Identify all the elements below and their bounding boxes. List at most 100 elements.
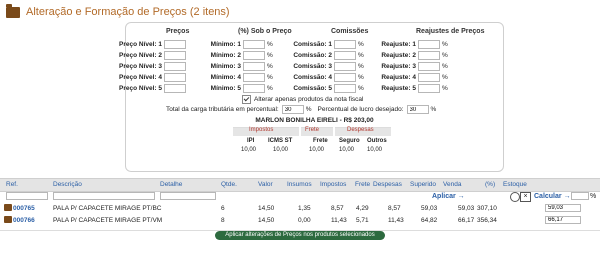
alterar-apenas-label: Alterar apenas produtos da nota fiscal: [254, 96, 364, 103]
sobre-input[interactable]: [243, 51, 265, 60]
tax-group-label: Impostos: [249, 127, 274, 133]
col-qtde[interactable]: Qtde.: [221, 181, 237, 188]
tax-group-label: Frete: [305, 127, 320, 133]
reajustes-input[interactable]: [418, 73, 440, 82]
box-icon: [4, 204, 12, 211]
filter-descricao-input[interactable]: [53, 192, 155, 200]
col-insumos: Insumos: [287, 181, 312, 188]
sobre-header: (%) Sob o Preço: [238, 28, 292, 35]
row-insumos: 1,35: [298, 205, 311, 212]
sobre-label: Mínimo: 5: [210, 85, 241, 92]
sobre-label: Mínimo: 2: [210, 52, 241, 59]
col-valor[interactable]: Valor: [258, 181, 273, 188]
col-estoque[interactable]: Estoque: [503, 181, 527, 188]
alterar-apenas-checkbox[interactable]: [242, 95, 251, 104]
page-title: Alteração e Formação de Preços (2 itens): [26, 6, 230, 18]
reajustes-label: Reajuste: 2: [381, 52, 416, 59]
sobre-label: Mínimo: 1: [210, 41, 241, 48]
row-despesas: 11,43: [388, 217, 404, 224]
row-price-input[interactable]: [545, 204, 581, 212]
comissoes-label: Comissão: 4: [293, 74, 332, 81]
row-descricao: PALA P/ CAPACETE MIRAGE PT/BC: [53, 205, 162, 212]
box-icon: [4, 216, 12, 223]
aplicar-link[interactable]: Aplicar →: [432, 193, 465, 200]
comissoes-input[interactable]: [334, 51, 356, 60]
reajustes-input[interactable]: [418, 51, 440, 60]
filter-row: Aplicar → × Calcular → %: [0, 191, 600, 202]
tax-table: Impostos Frete Despesas IPI ICMS ST Fret…: [233, 127, 391, 157]
comissoes-row: Comissão: 4%: [272, 72, 364, 83]
row-venda: 59,03: [458, 205, 475, 212]
precos-row: Preço Nível: 4: [102, 72, 186, 83]
tax-value: 10,00: [273, 147, 289, 153]
reajustes-input[interactable]: [418, 62, 440, 71]
reajustes-header: Reajustes de Preços: [416, 28, 485, 35]
row-pct: 307,10: [477, 205, 497, 212]
row-frete: 4,29: [356, 205, 369, 212]
carga-pct: %: [305, 106, 312, 113]
comissoes-input[interactable]: [334, 62, 356, 71]
close-icon[interactable]: ×: [520, 192, 531, 202]
col-impostos: Impostos: [320, 181, 347, 188]
comissoes-header: Comissões: [331, 28, 369, 35]
reajustes-row: Reajuste: 2%: [356, 50, 448, 61]
comissoes-input[interactable]: [334, 40, 356, 49]
reajustes-input[interactable]: [418, 40, 440, 49]
lucro-label: Percentual de lucro desejado:: [317, 106, 404, 113]
tax-col-seguro: Seguro: [339, 138, 360, 144]
calcular-link[interactable]: Calcular →: [534, 193, 571, 200]
col-frete: Frete: [355, 181, 371, 188]
radio-icon[interactable]: [510, 192, 520, 202]
carga-input[interactable]: [281, 105, 304, 114]
row-ref[interactable]: 000765: [13, 205, 35, 212]
filter-detalhe-input[interactable]: [160, 192, 216, 200]
apply-changes-button[interactable]: Aplicar alterações de Preços nos produto…: [215, 231, 385, 240]
tax-value: 10,00: [241, 147, 257, 153]
tax-value: 10,00: [367, 147, 383, 153]
sobre-input[interactable]: [243, 40, 265, 49]
row-impostos: 8,57: [331, 205, 344, 212]
sobre-input[interactable]: [243, 62, 265, 71]
row-venda: 66,17: [458, 217, 475, 224]
lucro-input[interactable]: [406, 105, 429, 114]
col-venda[interactable]: Venda: [443, 181, 461, 188]
calcular-pct: %: [590, 193, 597, 200]
precos-label: Preço Nível: 4: [119, 74, 162, 81]
tax-col-icmsst: ICMS ST: [268, 138, 293, 144]
sobre-input[interactable]: [243, 84, 265, 93]
reajustes-row: Reajuste: 4%: [356, 72, 448, 83]
precos-label: Preço Nível: 2: [119, 52, 162, 59]
col-ref[interactable]: Ref.: [6, 181, 18, 188]
tax-group-label: Despesas: [347, 127, 374, 133]
sobre-input[interactable]: [243, 73, 265, 82]
row-ref[interactable]: 000766: [13, 217, 35, 224]
comissoes-label: Comissão: 3: [293, 63, 332, 70]
filter-ref-input[interactable]: [6, 192, 48, 200]
comissoes-input[interactable]: [334, 73, 356, 82]
reajustes-label: Reajuste: 3: [381, 63, 416, 70]
table-row: 000766 PALA P/ CAPACETE MIRAGE PT/VM 8 1…: [0, 215, 600, 226]
comissoes-input[interactable]: [334, 84, 356, 93]
reajustes-input[interactable]: [418, 84, 440, 93]
col-descricao[interactable]: Descrição: [53, 181, 82, 188]
sobre-row: Mínimo: 4%: [181, 72, 273, 83]
col-detalhe[interactable]: Detalhe: [160, 181, 182, 188]
row-superido: 64,82: [421, 217, 438, 224]
row-pct: 356,34: [477, 217, 497, 224]
calcular-input[interactable]: [571, 192, 589, 200]
reajustes-pct: %: [442, 41, 448, 48]
tax-col-frete: Frete: [313, 138, 328, 144]
row-impostos: 11,43: [331, 217, 347, 224]
col-superido: Superido: [410, 181, 437, 188]
comissoes-row: Comissão: 5%: [272, 83, 364, 94]
supplier-label: MARLON BONILHA EIRELI - R$ 203,00: [255, 117, 374, 124]
row-price-input[interactable]: [545, 216, 581, 224]
alterar-apenas-row: Alterar apenas produtos da nota fiscal: [242, 95, 363, 104]
page-header: Alteração e Formação de Preços (2 itens): [6, 3, 230, 21]
reajustes-label: Reajuste: 5: [381, 85, 416, 92]
comissoes-row: Comissão: 2%: [272, 50, 364, 61]
tax-col-ipi: IPI: [247, 138, 255, 144]
precos-row: Preço Nível: 3: [102, 61, 186, 72]
tax-value: 10,00: [309, 147, 325, 153]
reajustes-label: Reajuste: 4: [381, 74, 416, 81]
